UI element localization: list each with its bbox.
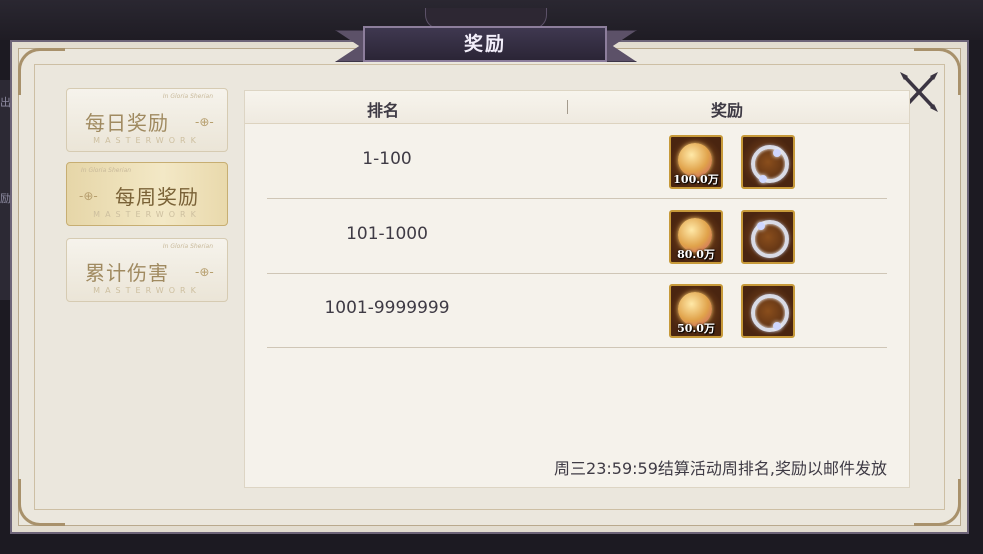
table-row: 101-1000 80.0万 [267, 199, 887, 274]
tab-tiny-text: In Gloria Sherian [81, 167, 132, 174]
tab-subtitle: MASTERWORK [93, 136, 201, 145]
tab-ornament-icon: -⊕- [195, 115, 214, 129]
gem-icon [773, 149, 781, 157]
tab-label: 每日奖励 [85, 111, 169, 135]
item-quantity: 50.0万 [677, 322, 715, 335]
tab-label: 每周奖励 [115, 185, 199, 209]
table-header: 排名 奖励 [245, 91, 909, 124]
reward-item-coin[interactable]: 50.0万 [669, 284, 723, 338]
reward-item-ring[interactable] [741, 284, 795, 338]
reward-item-ring[interactable] [741, 210, 795, 264]
header-reward: 奖励 [711, 101, 744, 120]
tab-subtitle: MASTERWORK [93, 210, 201, 219]
corner-ornament [18, 48, 65, 95]
tab-weekly-reward[interactable]: In Gloria Sherian 每周奖励 -⊕- MASTERWORK [66, 162, 228, 226]
tab-label: 累计伤害 [85, 261, 169, 285]
table-row: 1001-9999999 50.0万 [267, 273, 887, 348]
tab-daily-reward[interactable]: In Gloria Sherian 每日奖励 -⊕- MASTERWORK [66, 88, 228, 152]
header-rank: 排名 [367, 101, 400, 120]
corner-ornament [18, 479, 65, 526]
ring-icon [751, 294, 789, 332]
table-row: 1-100 100.0万 [267, 124, 887, 199]
reward-item-ring[interactable] [741, 135, 795, 189]
rank-range: 101-1000 [346, 224, 428, 244]
rank-range: 1001-9999999 [324, 298, 450, 318]
gem-icon [759, 175, 767, 183]
header-divider [567, 100, 568, 114]
tab-ornament-icon: -⊕- [195, 265, 214, 279]
item-quantity: 80.0万 [677, 248, 715, 261]
tab-subtitle: MASTERWORK [93, 286, 201, 295]
item-quantity: 100.0万 [673, 173, 719, 186]
reward-table: 排名 奖励 1-100 100.0万 101-1000 80.0万 1001-9… [244, 90, 910, 488]
gem-icon [757, 222, 765, 230]
tab-tiny-text: In Gloria Sherian [162, 243, 213, 250]
reward-item-coin[interactable]: 100.0万 [669, 135, 723, 189]
corner-ornament [914, 479, 961, 526]
page-title: 奖励 [463, 33, 506, 55]
settlement-note: 周三23:59:59结算活动周排名,奖励以邮件发放 [554, 459, 887, 478]
gem-icon [773, 322, 781, 330]
tab-tiny-text: In Gloria Sherian [162, 93, 213, 100]
title-banner: 奖励 [335, 8, 637, 78]
tab-cumulative-damage[interactable]: In Gloria Sherian 累计伤害 -⊕- MASTERWORK [66, 238, 228, 302]
rank-range: 1-100 [362, 149, 412, 169]
tab-ornament-icon: -⊕- [79, 189, 98, 203]
ring-icon [751, 145, 789, 183]
reward-item-coin[interactable]: 80.0万 [669, 210, 723, 264]
